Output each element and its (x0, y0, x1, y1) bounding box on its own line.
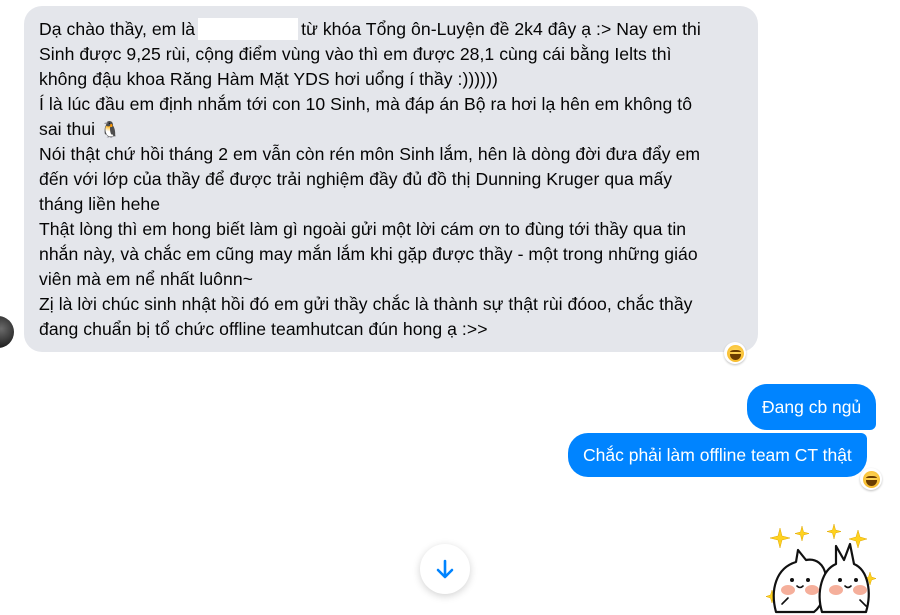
laughing-reaction-icon[interactable] (860, 468, 882, 490)
message-line: Nói thật chứ hồi tháng 2 em vẫn còn rén … (39, 144, 701, 164)
message-line: đến với lớp của thầy để được trải nghiệm… (39, 169, 673, 189)
message-line: Sinh được 9,25 rùi, cộng điểm vùng vào t… (39, 44, 672, 64)
message-line: tháng liền hehe (39, 194, 161, 214)
message-line: sai thui 🐧 (39, 119, 121, 139)
message-line: đang chuẩn bị tổ chức offline teamhutcan… (39, 319, 488, 339)
penguin-emoji: 🐧 (100, 120, 121, 139)
scroll-to-bottom-button[interactable] (420, 544, 470, 594)
redacted-name (198, 18, 299, 40)
message-line: Thật lòng thì em hong biết làm gì ngoài … (39, 219, 687, 239)
cat-sticker-icon[interactable] (766, 520, 886, 615)
message-line: nhắn này, và chắc em cũng may mắn lắm kh… (39, 244, 698, 264)
message-line: không đậu khoa Răng Hàm Mặt YDS hơi uổng… (39, 69, 498, 89)
incoming-message-bubble[interactable]: Dạ chào thầy, em là từ khóa Tổng ôn-Luyện… (24, 6, 758, 352)
arrow-down-icon (436, 559, 454, 579)
sender-avatar[interactable] (0, 316, 14, 348)
outgoing-message-bubble[interactable]: Đang cb ngủ (747, 384, 877, 430)
message-line: viên mà em nể nhất luônn~ (39, 269, 253, 289)
message-line: Zị là lời chúc sinh nhật hồi đó em gửi t… (39, 294, 693, 314)
message-line: Dạ chào thầy, em là từ khóa Tổng ôn-Luyện… (39, 18, 701, 40)
laughing-reaction-icon[interactable] (724, 342, 746, 364)
message-line: Í là lúc đầu em định nhắm tới con 10 Sin… (39, 94, 693, 114)
outgoing-message-bubble[interactable]: Chắc phải làm offline team CT thật (568, 433, 867, 477)
